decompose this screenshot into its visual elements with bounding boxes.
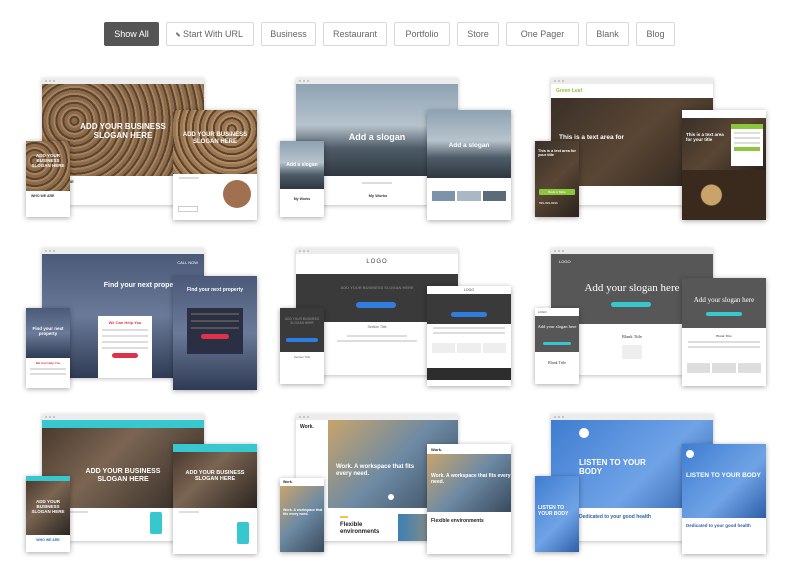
tablet-hero-title: ADD YOUR BUSINESS SLOGAN HERE xyxy=(182,132,248,145)
contact-form: We Can Help You xyxy=(98,316,152,378)
phone-hero-title: ADD YOUR BUSINESS SLOGAN HERE xyxy=(31,499,65,515)
desktop-section-title: Flexible environments xyxy=(340,522,380,536)
phone-hero-title: This is a text area for your title xyxy=(538,149,576,158)
tablet-preview: Add your slogan here Blank Title xyxy=(682,278,766,386)
desktop-hero-title: Work. A workspace that fits every need. xyxy=(336,464,415,477)
template-card-business-wood[interactable]: ADD YOUR BUSINESS SLOGAN HERE WHO WE ARE… xyxy=(26,78,262,228)
phone-hero-title: ADD YOUR BUSINESS SLOGAN HERE xyxy=(284,317,320,325)
filter-portfolio-button[interactable]: Portfolio xyxy=(394,22,450,46)
template-card-real-estate[interactable]: CALL NOW Find your next property We Can … xyxy=(26,248,262,398)
template-card-health[interactable]: LISTEN TO YOUR BODY Dedicated to your go… xyxy=(535,414,771,564)
tablet-preview: Find your next property xyxy=(173,276,257,390)
tablet-hero-title: Add a slogan xyxy=(448,142,490,149)
phone-number: 599-999-9999 xyxy=(539,201,558,205)
filter-one-pager-button[interactable]: One Pager xyxy=(506,22,579,46)
form-title: We Can Help You xyxy=(108,320,142,325)
call-now-label: CALL NOW xyxy=(177,260,198,265)
phone-preview: This is a text area for your title Book … xyxy=(535,141,579,217)
phone-hero-title: LISTEN TO YOUR BODY xyxy=(538,505,569,517)
desktop-logo: LOGO xyxy=(559,259,571,264)
desktop-phone-image xyxy=(150,512,162,534)
health-logo xyxy=(579,428,589,438)
tablet-preview: LISTEN TO YOUR BODY Dedicated to your go… xyxy=(682,444,766,554)
phone-hero-title: Find your next property xyxy=(32,326,64,337)
tablet-preview: This is a text area for your title xyxy=(682,110,766,220)
filter-business-button[interactable]: Business xyxy=(261,22,316,46)
filter-blog-button[interactable]: Blog xyxy=(636,22,675,46)
tablet-hero-title: Work. A workspace that fits every need. xyxy=(431,473,511,485)
tablet-hero-title: Add your slogan here xyxy=(693,296,755,304)
tablet-preview: Work. Work. A workspace that fits every … xyxy=(427,444,511,554)
desktop-hero-title: LISTEN TO YOUR BODY xyxy=(579,458,646,477)
phone-section-title: WHO WE ARE xyxy=(31,194,55,198)
template-card-business-logo[interactable]: LOGO ADD YOUR BUSINESS SLOGAN HERE Secti… xyxy=(280,248,516,398)
phone-hero-title: Add your slogan here xyxy=(537,324,577,329)
phone-hero-title: Add a slogan xyxy=(286,162,318,168)
filter-start-with-url-button[interactable]: Start With URL xyxy=(166,22,254,46)
tablet-hero-title: This is a text area for your title xyxy=(686,132,724,143)
phone-image xyxy=(237,522,249,544)
tablet-preview: ADD YOUR BUSINESS SLOGAN HERE xyxy=(173,444,257,554)
phone-preview: Work. Work. A workspace that fits every … xyxy=(280,478,324,552)
filter-start-with-url-label: Start With URL xyxy=(183,29,244,39)
restaurant-logo: Green Leaf xyxy=(556,88,583,94)
template-filter-bar: Show All Start With URL Business Restaur… xyxy=(104,22,675,46)
tablet-hero-title: Find your next property xyxy=(186,287,244,293)
template-card-business-desk[interactable]: ADD YOUR BUSINESS SLOGAN HERE ADD YOUR B… xyxy=(26,414,262,564)
phone-preview: Find your next property We Can Help You xyxy=(26,308,70,388)
phone-preview: LOGO Add your slogan here Blank Title xyxy=(535,308,579,384)
tablet-hero-title: ADD YOUR BUSINESS SLOGAN HERE xyxy=(185,470,245,483)
filter-blank-button[interactable]: Blank xyxy=(586,22,629,46)
phone-section-title: Blank Title xyxy=(548,360,566,365)
book-table-button: Book A Table xyxy=(539,189,575,195)
desktop-logo: Work. xyxy=(300,424,314,430)
template-card-restaurant[interactable]: Green Leaf This is a text area for title… xyxy=(535,78,771,228)
tablet-hero-title: LISTEN TO YOUR BODY xyxy=(686,472,761,479)
phone-preview: Add a slogan My Works xyxy=(280,141,324,217)
phone-preview: LISTEN TO YOUR BODY xyxy=(535,476,579,552)
template-card-blank-slogan[interactable]: LOGO Add your slogan here Blank Title Ad… xyxy=(535,248,771,398)
filter-show-all-button[interactable]: Show All xyxy=(104,22,159,46)
template-card-workspace[interactable]: Work. Work. A workspace that fits every … xyxy=(280,414,516,564)
phone-preview: ADD YOUR BUSINESS SLOGAN HERE Section Ti… xyxy=(280,308,324,384)
phone-preview: ADD YOUR BUSINESS SLOGAN HERE WHO WE ARE xyxy=(26,476,70,552)
avatar xyxy=(223,180,251,208)
tablet-preview: ADD YOUR BUSINESS SLOGAN HERE xyxy=(173,110,257,220)
template-card-portfolio-mountain[interactable]: Add a slogan Add a slogan Add a slogan M… xyxy=(280,78,516,228)
desktop-section-title: My Works xyxy=(368,193,388,198)
phone-section-title: My Works xyxy=(293,197,311,201)
tablet-preview: Add a slogan xyxy=(427,110,511,220)
desktop-logo: LOGO xyxy=(366,259,388,265)
filter-restaurant-button[interactable]: Restaurant xyxy=(323,22,387,46)
tablet-preview: LOGO xyxy=(427,286,511,386)
phone-section-title: WHO WE ARE xyxy=(36,538,60,542)
booking-form xyxy=(731,124,763,166)
filter-store-button[interactable]: Store xyxy=(457,22,499,46)
phone-preview: ADD YOUR BUSINESS SLOGAN HERE WHO WE ARE xyxy=(26,141,70,217)
link-icon xyxy=(175,31,181,37)
phone-hero-title: Work. A workspace that fits every need. xyxy=(283,508,323,517)
phone-hero-title: ADD YOUR BUSINESS SLOGAN HERE xyxy=(31,153,65,169)
